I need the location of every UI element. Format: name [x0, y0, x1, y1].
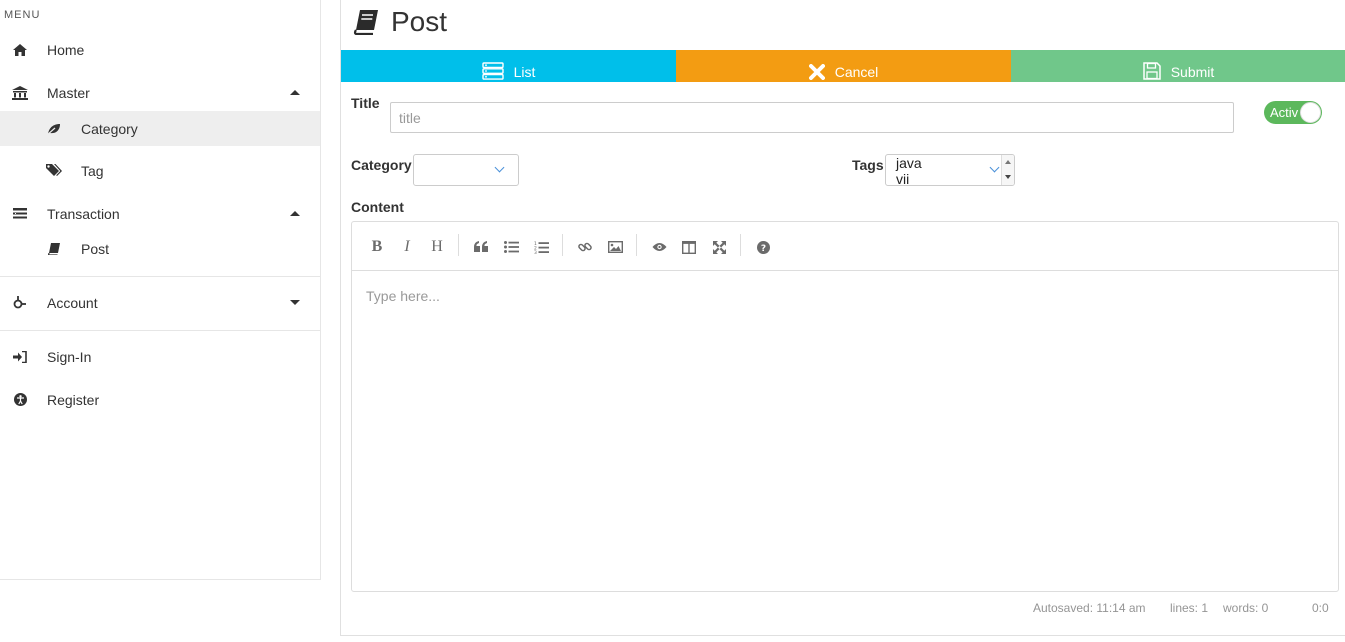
cursor-position: 0:0	[1312, 601, 1329, 615]
active-toggle[interactable]: Activ	[1264, 101, 1322, 124]
image-icon[interactable]	[604, 236, 626, 258]
title-label: Title	[351, 95, 380, 111]
sidebar-item-label: Transaction	[47, 205, 120, 222]
sign-in-icon	[12, 349, 28, 365]
category-label: Category	[351, 157, 412, 173]
tags-scrollbar[interactable]	[1001, 155, 1014, 185]
tags-label: Tags	[852, 157, 884, 173]
close-icon	[808, 64, 825, 80]
accessibility-icon	[12, 392, 28, 408]
sidebar-item-tag[interactable]: Tag	[0, 153, 320, 188]
sidebar-item-post[interactable]: Post	[0, 231, 320, 266]
editor-placeholder: Type here...	[366, 288, 440, 304]
editor-toolbar: B I H 123 ?	[352, 222, 1338, 271]
svg-text:?: ?	[760, 244, 765, 254]
list-button[interactable]: List	[341, 50, 676, 82]
user-icon	[12, 295, 28, 311]
italic-icon[interactable]: I	[396, 236, 418, 258]
list-button-label: List	[513, 64, 536, 80]
sidebar-item-label: Category	[81, 120, 138, 137]
main-panel: Post List Cancel Submit Title title Acti…	[340, 0, 1345, 636]
sidebar-item-label: Home	[47, 41, 85, 58]
lines-count: lines: 1	[1170, 601, 1209, 615]
divider	[0, 330, 320, 331]
editor-textarea[interactable]: Type here...	[366, 288, 440, 304]
toolbar-separator	[636, 234, 637, 256]
title-input[interactable]: title	[390, 102, 1234, 133]
heading-icon[interactable]: H	[426, 236, 448, 258]
sidebar-item-label: Account	[47, 294, 98, 311]
caret-up-icon	[290, 90, 300, 95]
tags-icon	[46, 163, 62, 179]
autosave-status: Autosaved: 11:14 am	[1033, 601, 1146, 615]
sidebar-item-label: Master	[47, 84, 90, 101]
link-icon[interactable]	[574, 236, 596, 258]
toolbar-separator	[562, 234, 563, 256]
leaf-icon	[46, 121, 62, 137]
scroll-down-icon[interactable]	[1005, 175, 1011, 179]
content-label: Content	[351, 199, 404, 215]
submit-button-label: Submit	[1170, 64, 1215, 80]
cancel-button-label: Cancel	[834, 64, 879, 80]
sidebar-item-register[interactable]: Register	[0, 382, 320, 417]
sidebar-item-label: Post	[81, 240, 110, 257]
action-toolbar: List Cancel Submit	[341, 50, 1345, 82]
toggle-knob	[1300, 102, 1321, 123]
divider	[0, 276, 320, 277]
sidebar-item-label: Register	[47, 391, 100, 408]
toggle-label: Activ	[1270, 105, 1299, 120]
tags-select[interactable]: java vii	[885, 154, 1015, 186]
sidebar-item-label: Tag	[81, 162, 104, 179]
book-icon	[46, 241, 62, 257]
sidebar-item-label: Sign-In	[47, 348, 92, 365]
server-icon	[481, 62, 504, 80]
category-select[interactable]	[413, 154, 519, 186]
save-icon	[1142, 62, 1161, 80]
bold-icon[interactable]: B	[366, 236, 388, 258]
page-title: Post	[353, 5, 447, 39]
caret-down-icon	[290, 300, 300, 305]
scroll-up-icon[interactable]	[1005, 160, 1011, 164]
words-count: words: 0	[1223, 601, 1269, 615]
unordered-list-icon[interactable]	[500, 236, 522, 258]
title-placeholder: title	[399, 109, 421, 126]
submit-button[interactable]: Submit	[1011, 50, 1345, 82]
fullscreen-icon[interactable]	[708, 236, 730, 258]
page-title-text: Post	[391, 6, 448, 37]
bank-icon	[12, 85, 28, 101]
sidebar-item-transaction[interactable]: Transaction	[0, 196, 320, 231]
svg-text:3: 3	[534, 250, 537, 254]
home-icon	[12, 42, 28, 58]
markdown-editor: B I H 123 ? Type here...	[351, 221, 1339, 592]
sidebar-item-home[interactable]: Home	[0, 32, 320, 67]
sidebar-item-sign-in[interactable]: Sign-In	[0, 339, 320, 374]
quote-icon[interactable]	[470, 236, 492, 258]
book-icon	[353, 9, 379, 36]
cancel-button[interactable]: Cancel	[676, 50, 1011, 82]
sidebar-item-category[interactable]: Category	[0, 111, 320, 146]
list-icon	[12, 206, 28, 222]
sidebar-item-account[interactable]: Account	[0, 285, 320, 320]
menu-title: MENU	[4, 9, 41, 21]
sidebar-item-master[interactable]: Master	[0, 75, 320, 110]
help-icon[interactable]: ?	[752, 236, 774, 258]
preview-icon[interactable]	[648, 236, 670, 258]
sidebar: MENU Home Master Category Tag Transactio…	[0, 0, 321, 580]
ordered-list-icon[interactable]: 123	[530, 236, 552, 258]
chevron-down-icon	[494, 162, 505, 173]
tag-option[interactable]: vii	[886, 171, 1014, 185]
side-by-side-icon[interactable]	[678, 236, 700, 258]
caret-up-icon	[290, 211, 300, 216]
toolbar-separator	[458, 234, 459, 256]
toolbar-separator	[740, 234, 741, 256]
